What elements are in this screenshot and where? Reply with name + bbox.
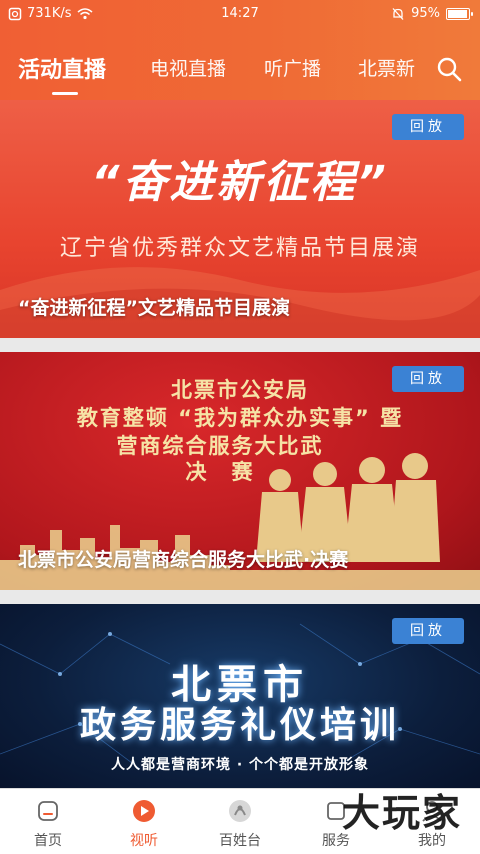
tab-beipiao-news[interactable]: 北票新 [358,54,415,81]
status-right: 95% [391,0,473,28]
poster-title-2: 政务服务礼仪培训 [79,705,400,746]
nav-people-station[interactable]: 百姓台 [192,789,288,854]
nav-audiovisual[interactable]: 视听 [96,789,192,854]
poster-subtitle: 辽宁省优秀群众文艺精品节目展演 [59,236,420,261]
event-card-fenjin[interactable]: “奋进新征程” 辽宁省优秀群众文艺精品节目展演 回放 “奋进新征程”文艺精品节目… [0,100,480,338]
search-icon[interactable] [436,56,462,82]
event-card-etiquette[interactable]: 北票市 政务服务礼仪培训 人人都是营商环境 · 个个都是开放形象 回放 [0,604,480,788]
channel-tabs: 活动直播 电视直播 听广播 北票新 [0,40,480,98]
nav-home[interactable]: 首页 [0,789,96,854]
poster-slogan: 人人都是营商环境 · 个个都是开放形象 [110,757,370,773]
watermark-logo: 大玩家 [341,790,462,835]
active-tab-indicator [52,92,78,95]
battery-icon [446,8,473,20]
poster-line-2: 教育整顿 “我为群众办实事” 暨 [76,406,404,430]
tab-tv-live[interactable]: 电视直播 [150,54,226,81]
app-header: 731K/s 14:27 95% 活动直播 电视直播 听广播 北票新 [0,0,480,100]
event-card-police[interactable]: 北票市公安局 教育整顿 “我为群众办实事” 暨 营商综合服务大比武 决 赛 回放… [0,352,480,590]
play-icon [133,800,155,822]
card-caption: 北票市公安局营商综合服务大比武·决赛 [18,549,349,571]
poster-line-4: 决 赛 [185,460,255,484]
event-list: “奋进新征程” 辽宁省优秀群众文艺精品节目展演 回放 “奋进新征程”文艺精品节目… [0,100,480,788]
nav-label: 首页 [34,833,62,849]
replay-badge[interactable]: 回放 [392,114,464,140]
status-bar: 731K/s 14:27 95% [0,0,480,28]
card-caption: “奋进新征程”文艺精品节目展演 [18,297,290,319]
replay-badge[interactable]: 回放 [392,366,464,392]
battery-percent: 95% [411,6,440,21]
tab-radio[interactable]: 听广播 [264,54,321,81]
poster-title: “奋进新征程” [91,157,389,208]
people-icon [229,800,251,822]
tab-activity-live[interactable]: 活动直播 [18,52,106,84]
replay-badge[interactable]: 回放 [392,618,464,644]
nav-label: 视听 [130,833,158,849]
home-icon [38,801,58,821]
mute-bell-icon [392,8,404,20]
nav-label: 百姓台 [219,833,261,849]
battery-fill [448,10,467,18]
